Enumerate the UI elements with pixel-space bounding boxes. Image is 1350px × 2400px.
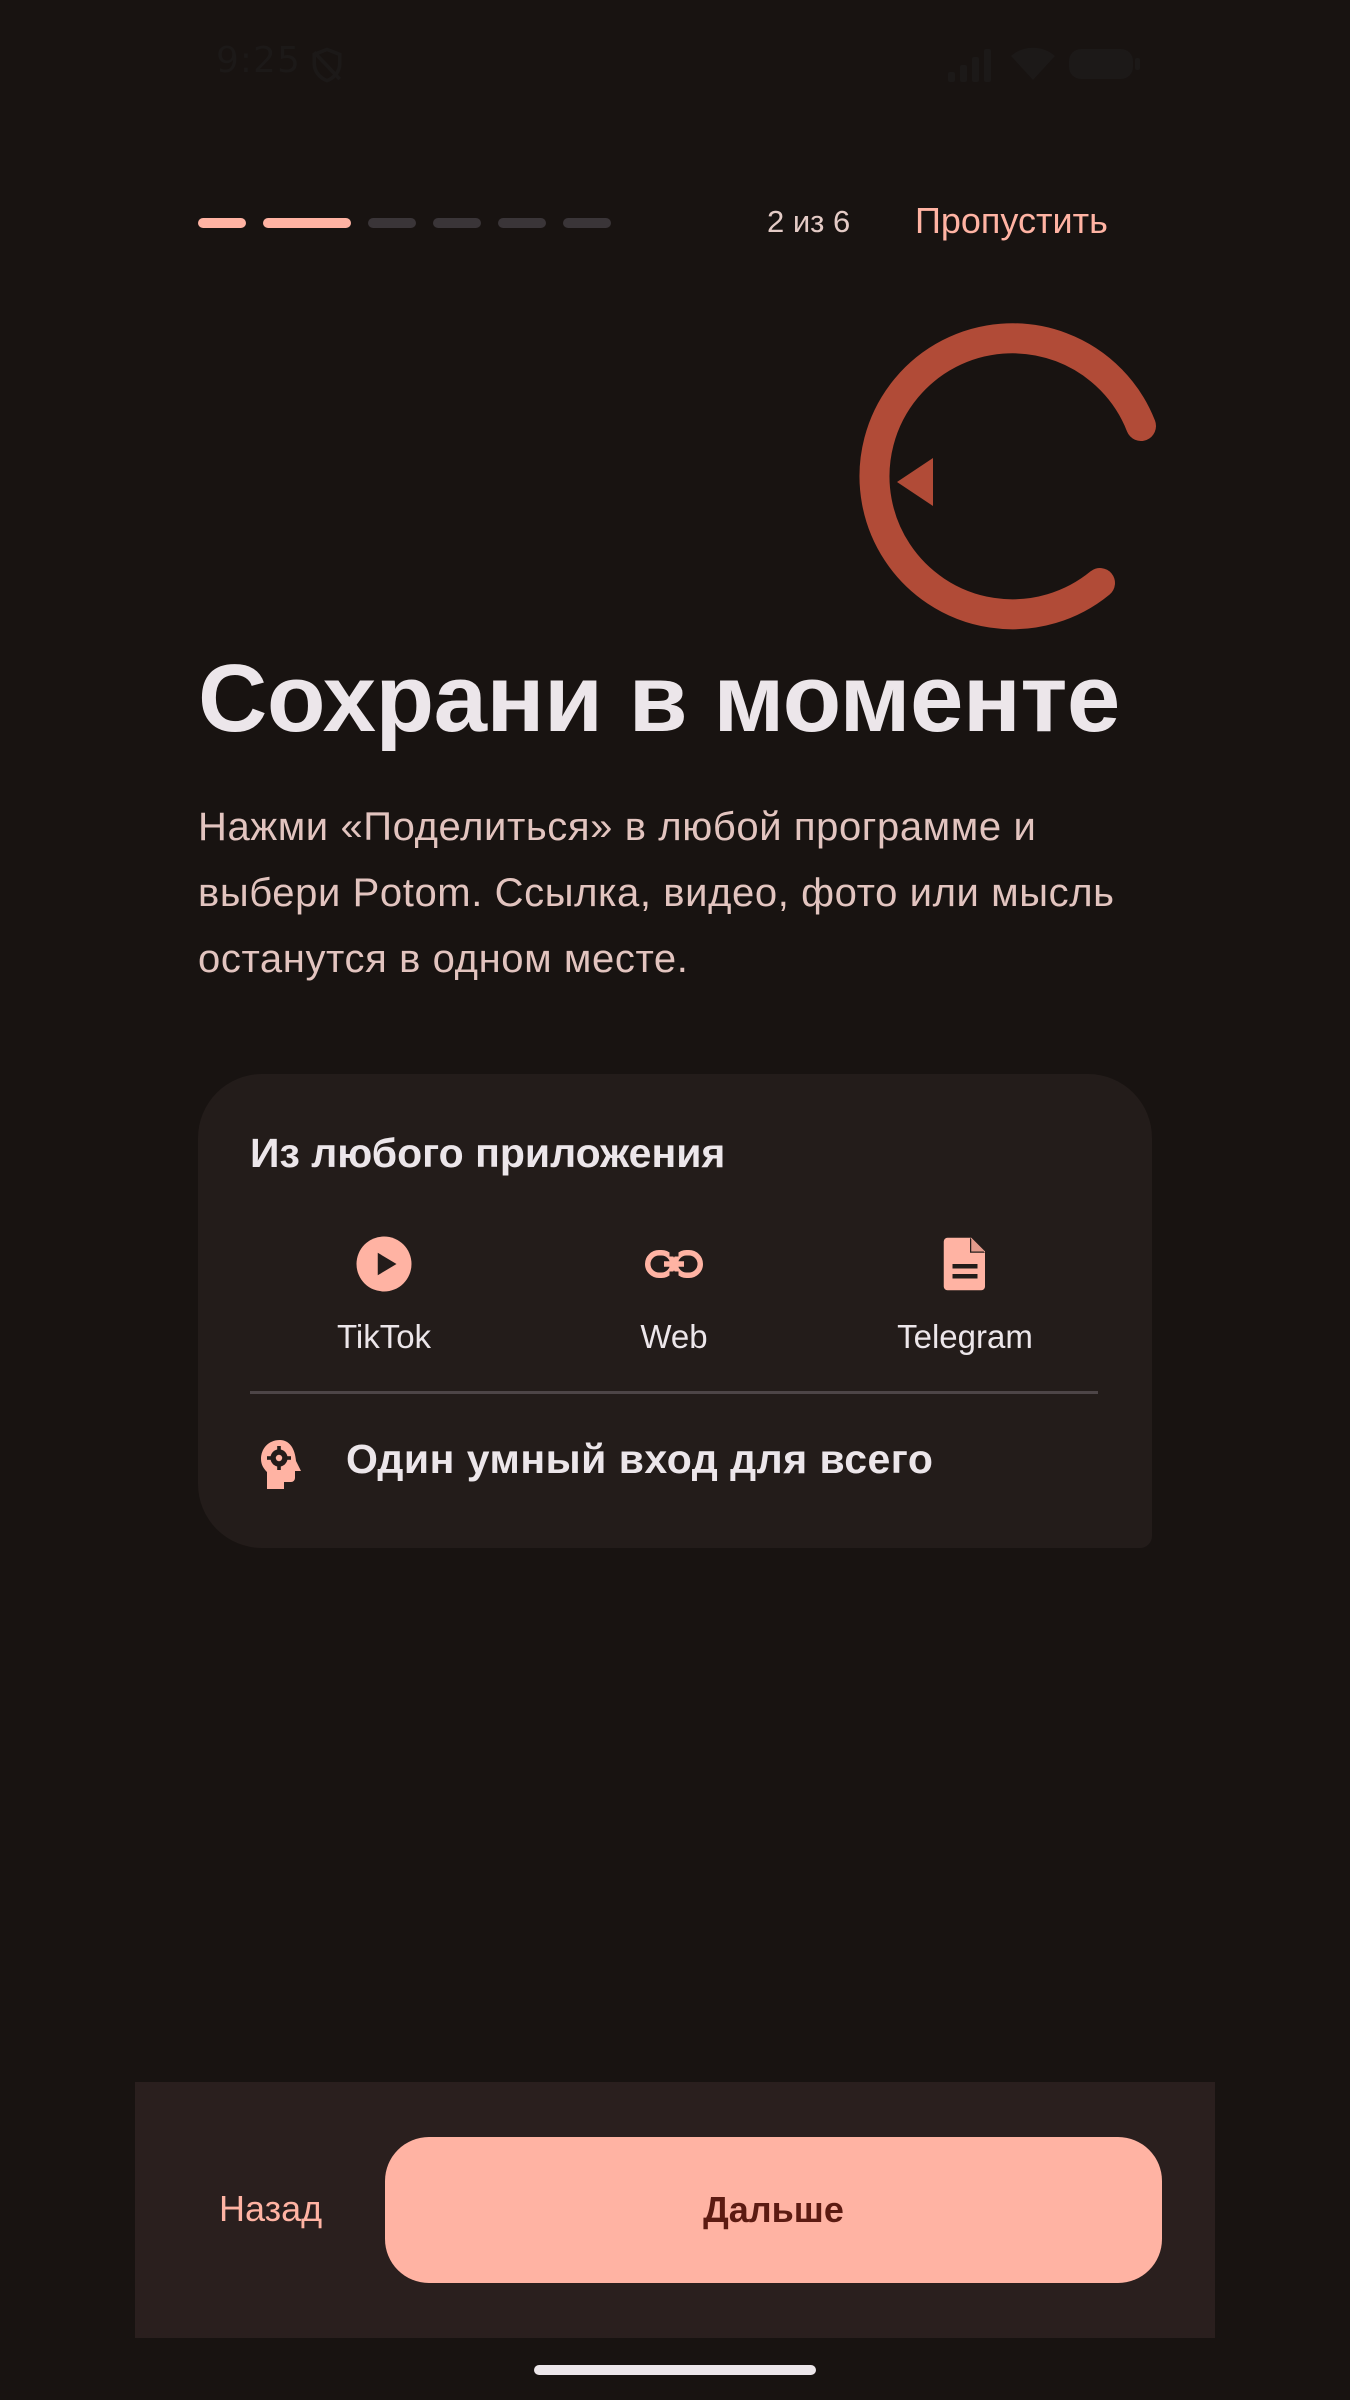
- progress-segment-6: [563, 218, 611, 228]
- back-button[interactable]: Назад: [219, 2188, 322, 2230]
- play-circle-icon: [356, 1236, 412, 1292]
- bottom-bar: Назад Дальше: [135, 2082, 1215, 2338]
- battery-icon: [1069, 49, 1140, 79]
- shield-icon: [312, 47, 342, 83]
- circular-arrow-icon: [859, 323, 1156, 630]
- wifi-icon: [1011, 47, 1055, 80]
- status-time: 9:25: [216, 40, 301, 81]
- progress-segment-3: [368, 218, 416, 228]
- progress-segment-1: [198, 218, 246, 228]
- link-icon: [645, 1249, 703, 1279]
- page-title: Сохрани в моменте: [198, 645, 1120, 752]
- card-title: Из любого приложения: [250, 1130, 726, 1176]
- source-web: Web: [554, 1234, 794, 1356]
- step-counter: 2 из 6: [767, 204, 851, 239]
- progress-segment-4: [433, 218, 481, 228]
- feature-text: Один умный вход для всего: [346, 1436, 934, 1482]
- status-bar: 9:25: [0, 0, 1350, 130]
- skip-button[interactable]: Пропустить: [915, 200, 1108, 242]
- source-label: TikTok: [336, 1318, 432, 1355]
- document-icon: [943, 1237, 985, 1291]
- home-indicator[interactable]: [534, 2365, 816, 2375]
- card-divider: [250, 1391, 1098, 1394]
- page-description: Нажми «Поделиться» в любой программе и в…: [198, 805, 1115, 981]
- source-label: Web: [640, 1318, 708, 1355]
- head-gear-icon: [261, 1440, 301, 1489]
- sources-card: Из любого приложения TikTok Web Telegram: [198, 1074, 1152, 1548]
- signal-icon: [948, 49, 991, 82]
- next-button[interactable]: Дальше: [385, 2137, 1162, 2283]
- source-telegram: Telegram: [845, 1234, 1085, 1356]
- source-label: Telegram: [897, 1318, 1033, 1355]
- progress-segment-2: [263, 218, 351, 228]
- source-tiktok: TikTok: [264, 1234, 504, 1356]
- progress-segment-5: [498, 218, 546, 228]
